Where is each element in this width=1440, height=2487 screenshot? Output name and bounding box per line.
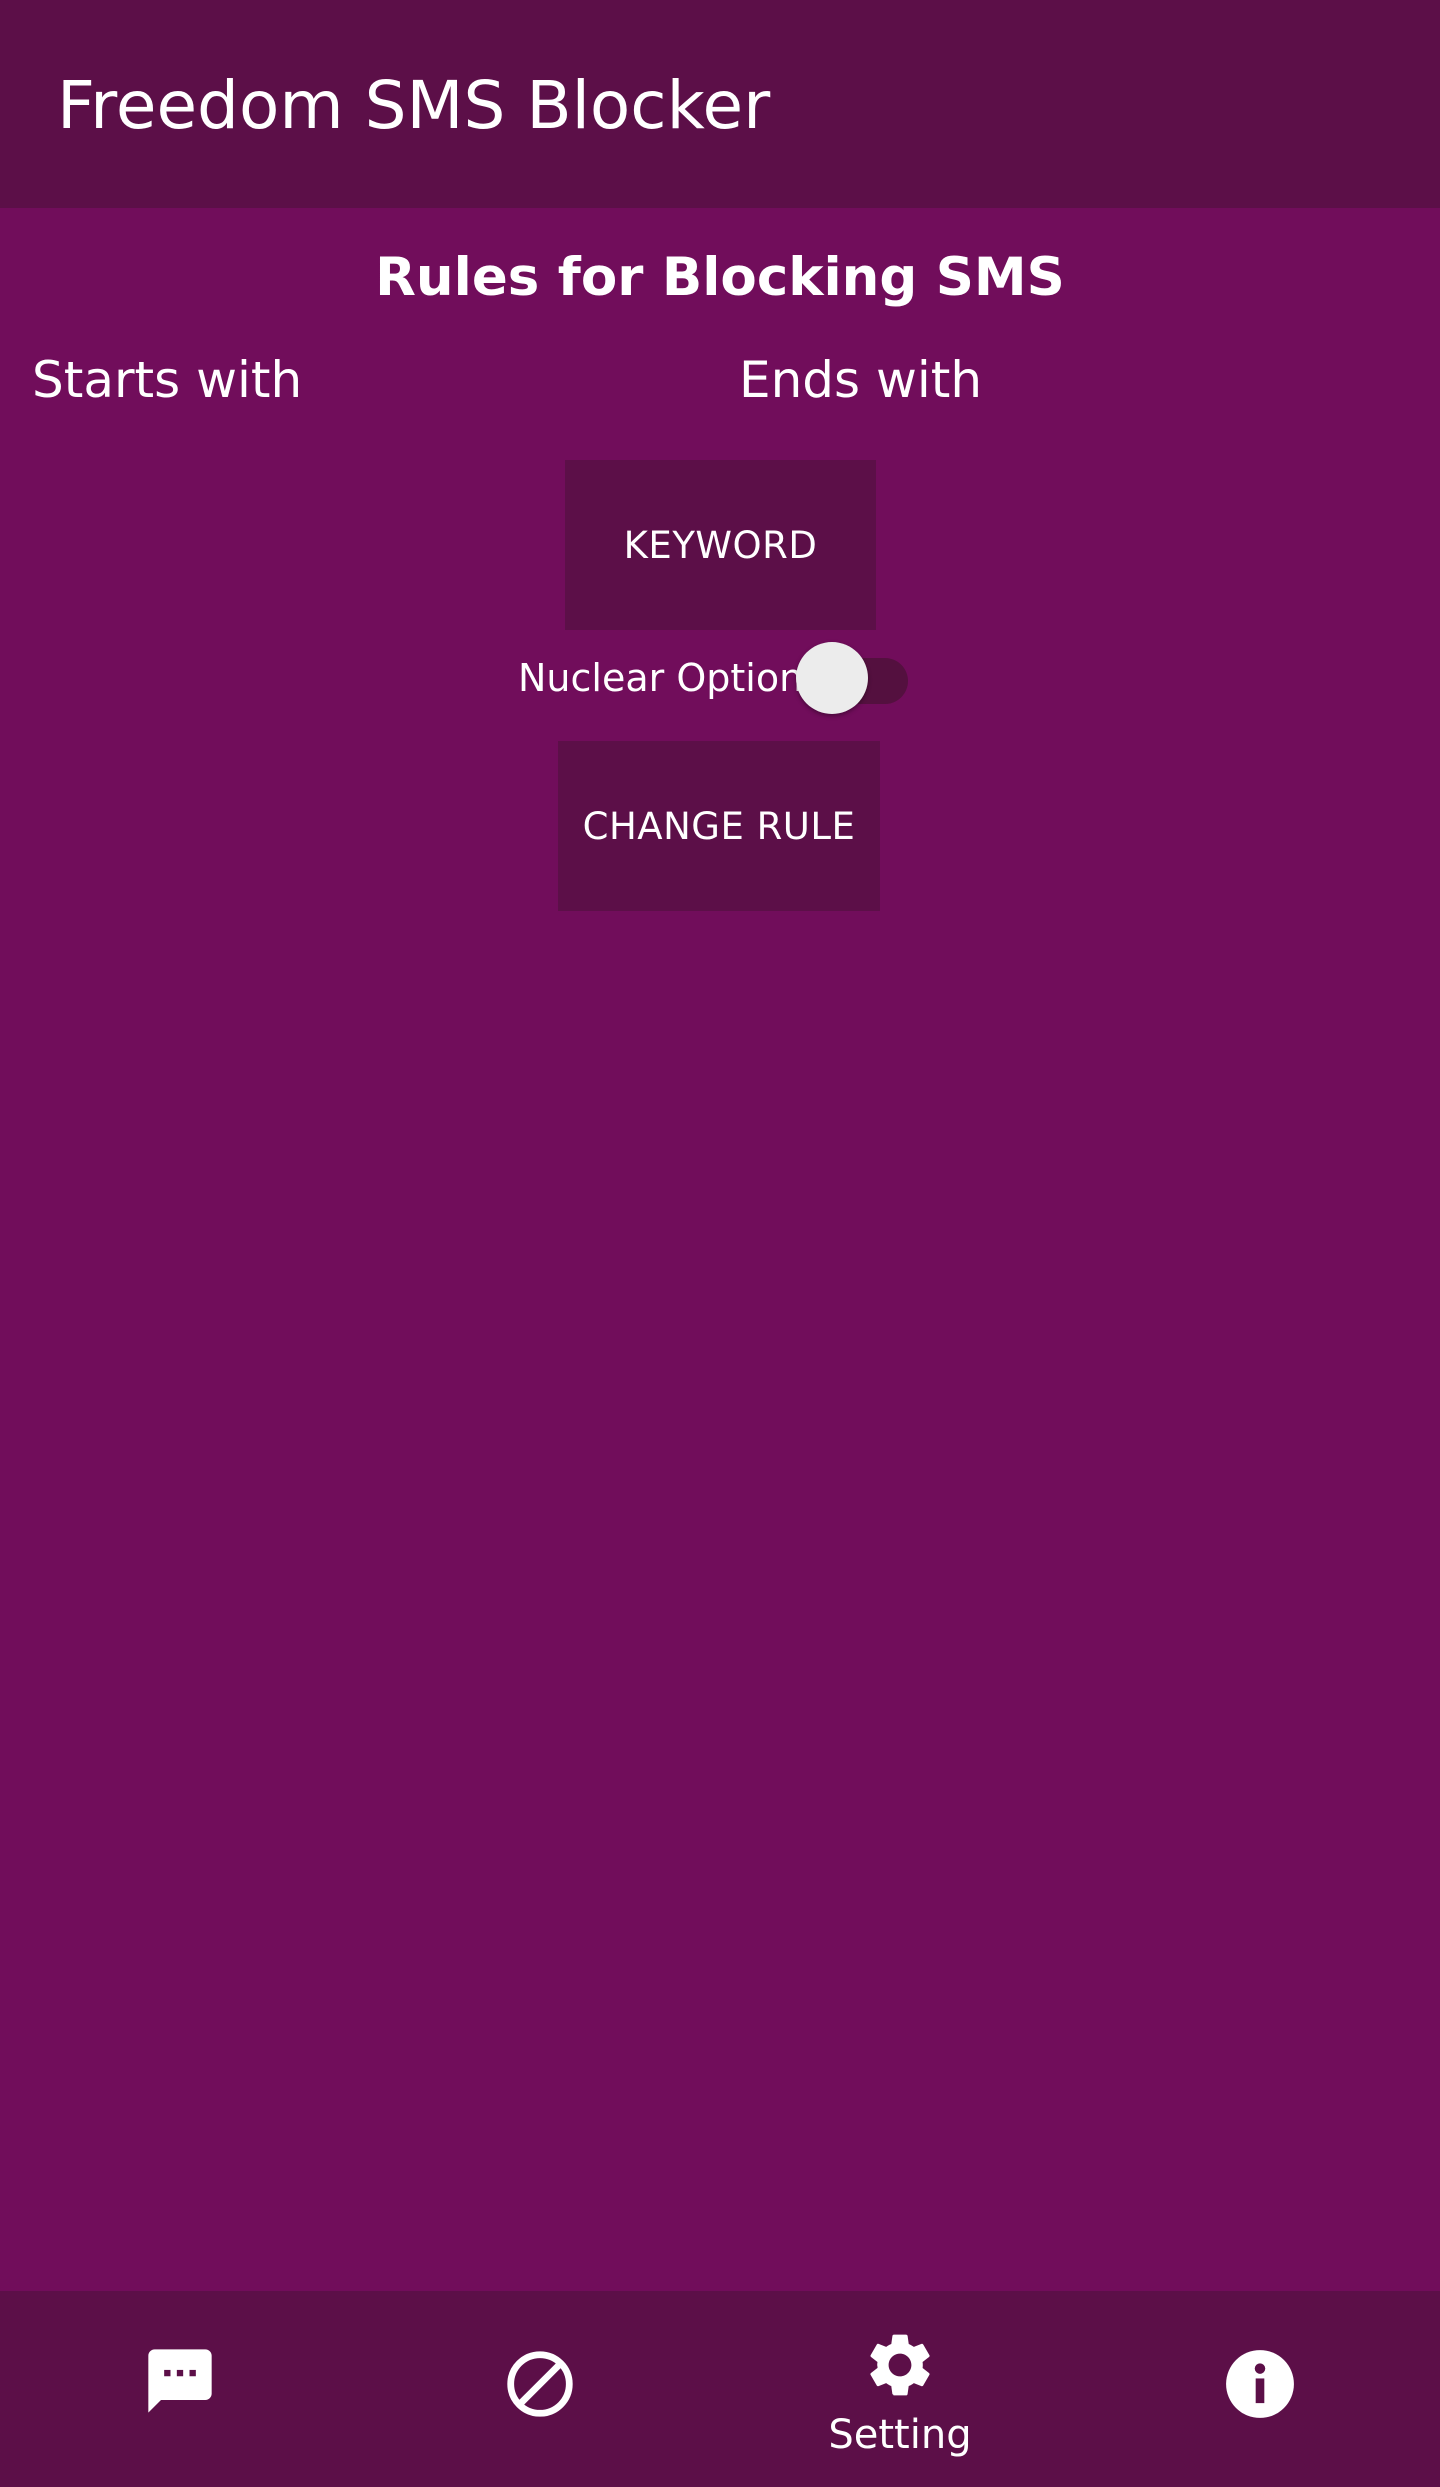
info-icon	[1226, 2350, 1294, 2418]
message-icon	[148, 2349, 212, 2413]
starts-with-label: Starts with	[32, 351, 303, 409]
ends-with-label: Ends with	[739, 351, 983, 409]
page-title: Rules for Blocking SMS	[375, 247, 1065, 308]
nuclear-option-label: Nuclear Option	[518, 656, 804, 700]
keyword-button[interactable]: KEYWORD	[565, 460, 876, 630]
gear-icon	[870, 2334, 930, 2396]
nav-label-setting: Setting	[828, 2412, 972, 2458]
bottom-navigation: Setting	[0, 2291, 1440, 2487]
block-icon	[507, 2351, 573, 2417]
app-bar: Freedom SMS Blocker	[0, 0, 1440, 208]
nuclear-option-row: Nuclear Option	[0, 636, 1440, 720]
nuclear-option-toggle[interactable]	[796, 640, 912, 716]
nav-item-info[interactable]	[1080, 2291, 1440, 2487]
change-rule-button[interactable]: CHANGE RULE	[558, 741, 880, 911]
nav-item-block[interactable]	[360, 2291, 720, 2487]
nav-item-messages[interactable]	[0, 2291, 360, 2487]
nav-item-setting[interactable]: Setting	[720, 2291, 1080, 2487]
app-title: Freedom SMS Blocker	[57, 67, 771, 144]
toggle-thumb	[796, 642, 868, 714]
